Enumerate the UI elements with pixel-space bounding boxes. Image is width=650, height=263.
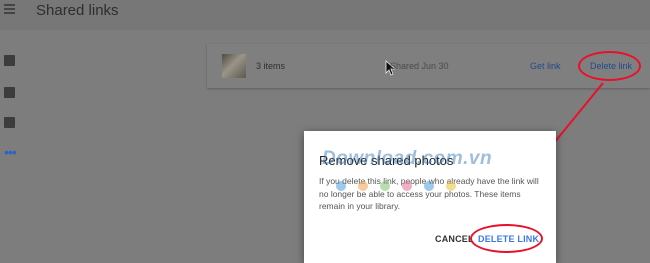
watermark-dot <box>358 181 368 191</box>
watermark-text: Download.com.vn <box>322 148 493 169</box>
watermark-dots <box>336 181 476 191</box>
annotation-circle-delete-link <box>578 51 641 81</box>
annotation-circle-delete-button <box>470 224 543 253</box>
watermark-dot <box>446 181 456 191</box>
watermark-dot <box>336 181 346 191</box>
watermark-dot <box>380 181 390 191</box>
watermark-dot <box>402 181 412 191</box>
watermark-dot <box>424 181 434 191</box>
cancel-button[interactable]: CANCEL <box>435 234 474 244</box>
